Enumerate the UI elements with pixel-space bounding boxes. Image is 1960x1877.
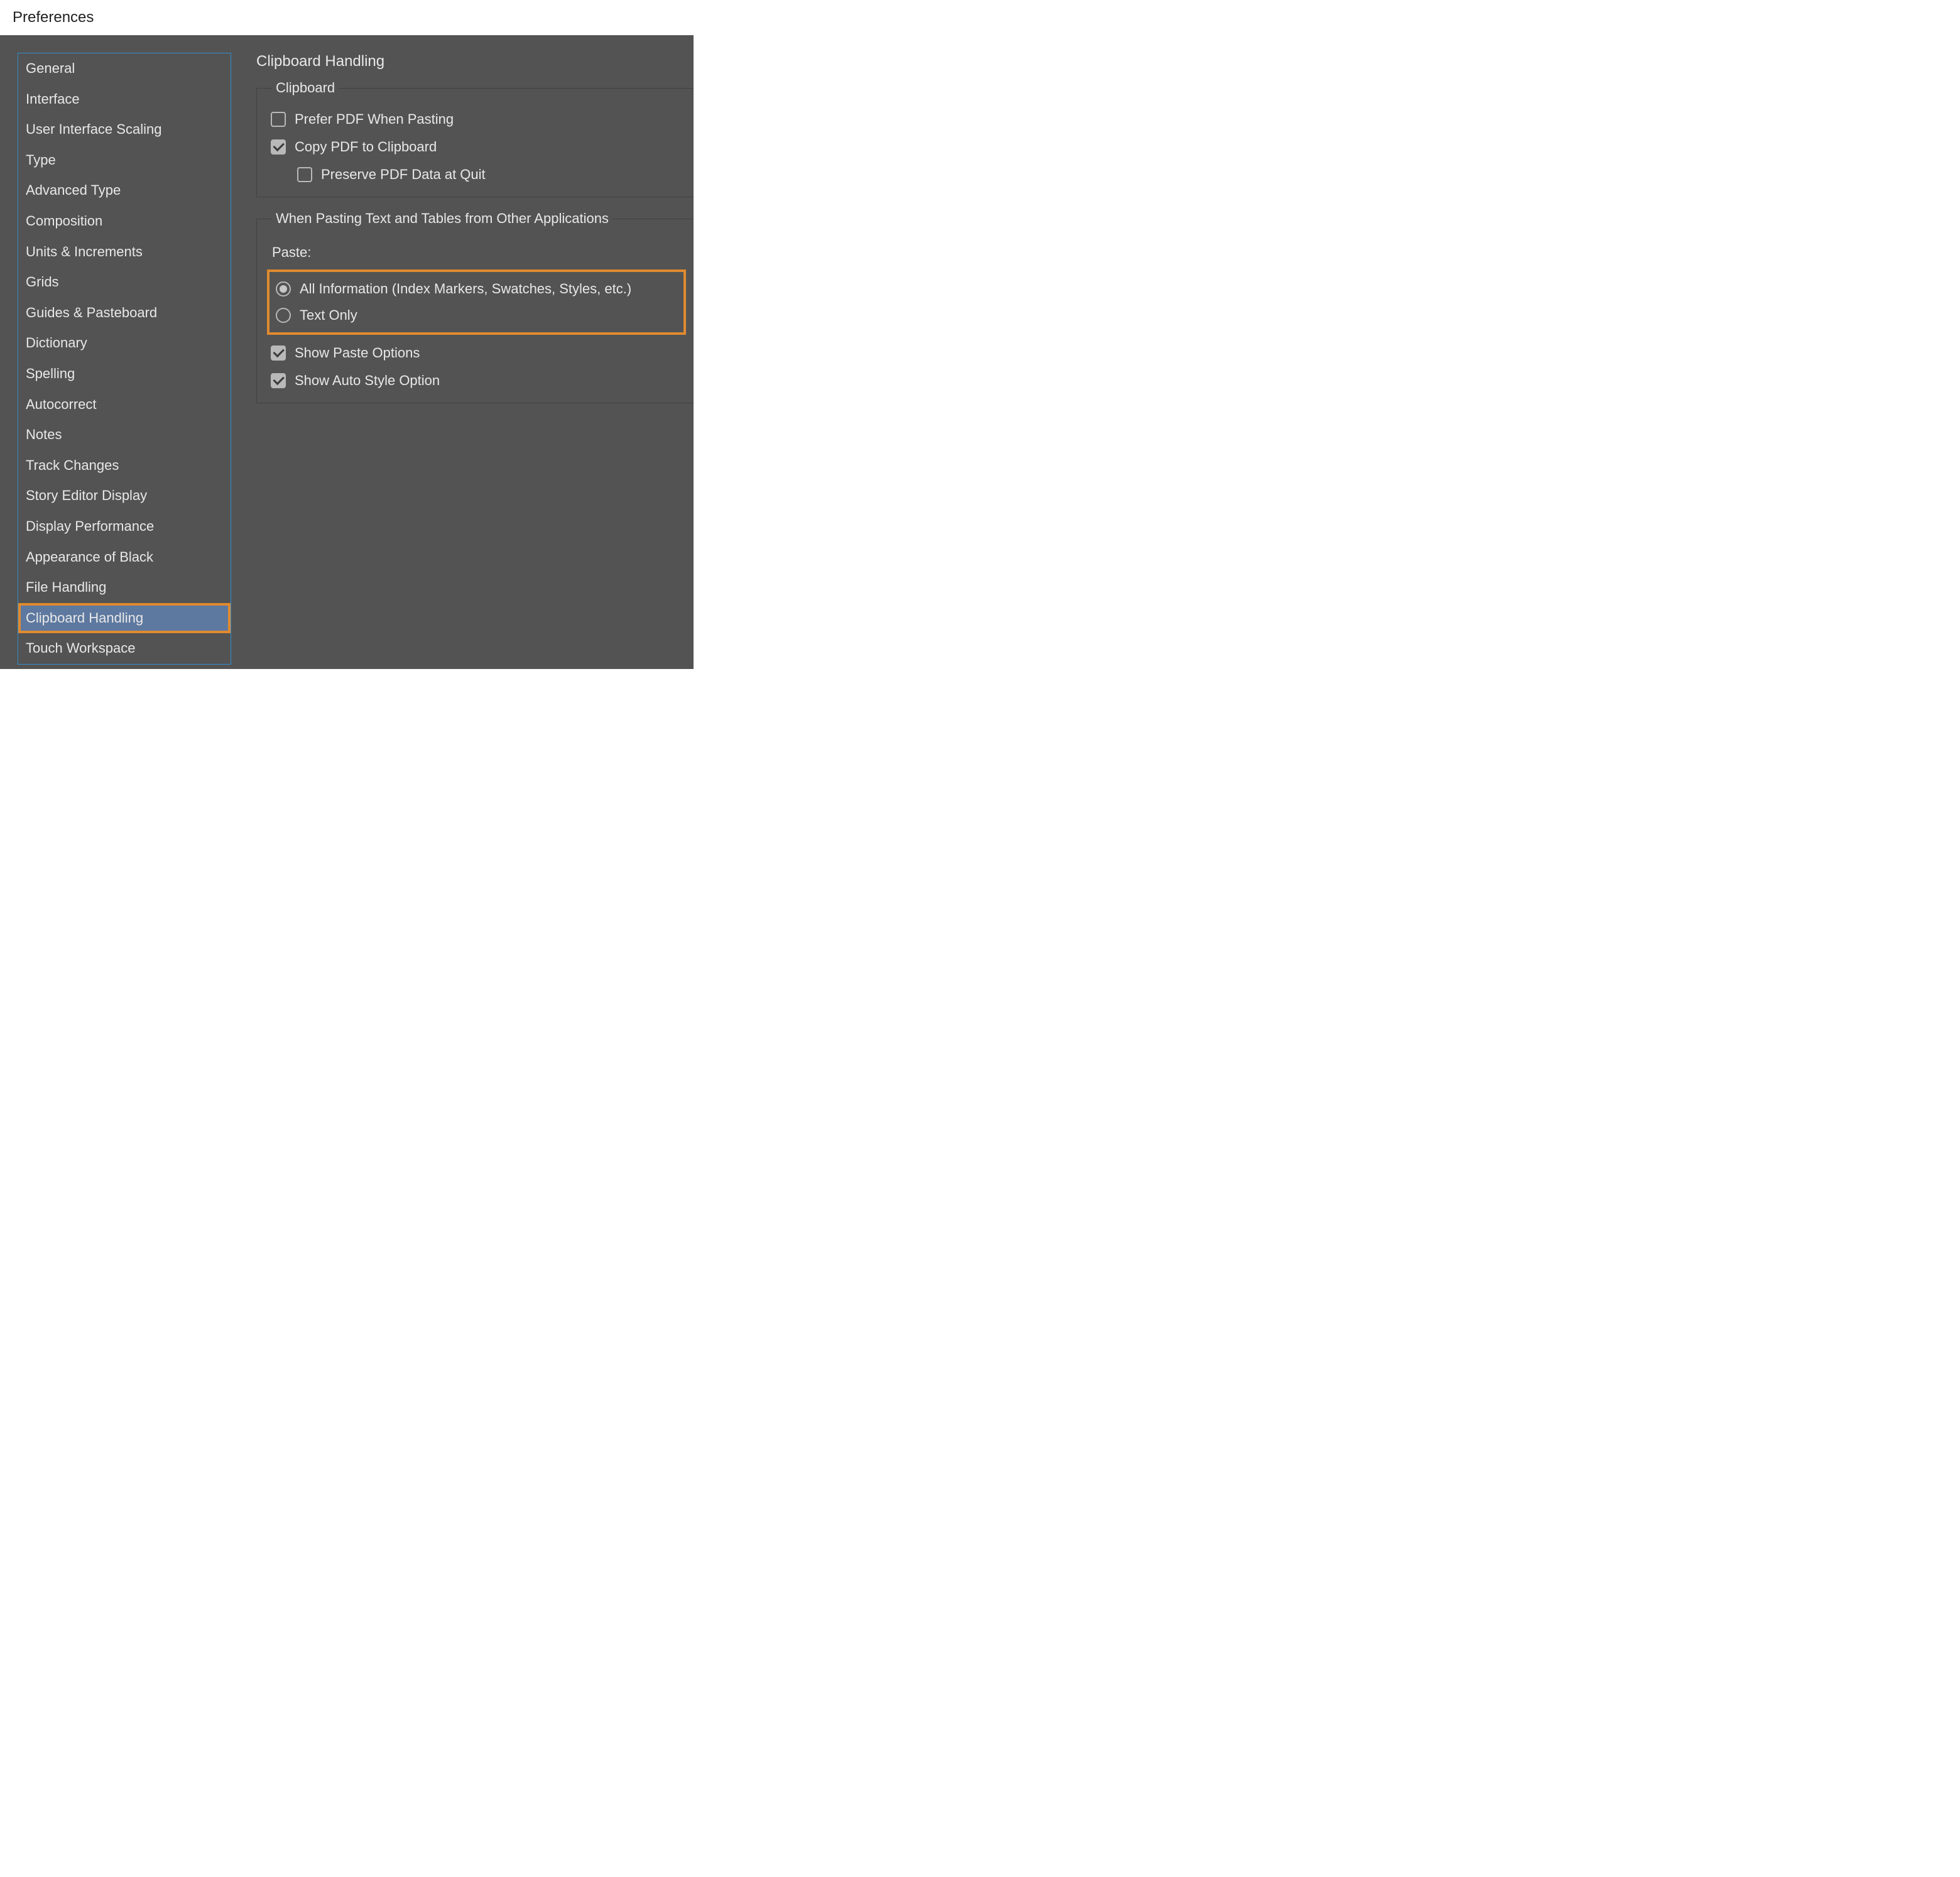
group-legend: Clipboard: [272, 80, 339, 96]
option-show-paste-options[interactable]: Show Paste Options: [271, 345, 682, 361]
sidebar-item-label: Interface: [26, 91, 80, 107]
option-show-auto-style[interactable]: Show Auto Style Option: [271, 373, 682, 389]
sidebar-item-label: Display Performance: [26, 518, 154, 534]
panel-title: Clipboard Handling: [256, 53, 694, 70]
checkbox-icon: [297, 167, 312, 182]
checkbox-label: Preserve PDF Data at Quit: [321, 166, 486, 183]
sidebar-item-label: Dictionary: [26, 335, 87, 351]
sidebar-item-label: Grids: [26, 274, 59, 290]
clipboard-group: Clipboard Prefer PDF When Pasting Copy P…: [256, 88, 694, 197]
sidebar-item-label: Touch Workspace: [26, 640, 135, 656]
category-sidebar: General Interface User Interface Scaling…: [18, 53, 231, 665]
sidebar-item-autocorrect[interactable]: Autocorrect: [18, 389, 231, 420]
content-area: General Interface User Interface Scaling…: [0, 35, 694, 669]
radio-icon: [276, 281, 291, 297]
sidebar-item-label: Appearance of Black: [26, 549, 153, 565]
preferences-window: Preferences General Interface User Inter…: [0, 0, 694, 669]
checkbox-label: Copy PDF to Clipboard: [295, 139, 437, 155]
sidebar-item-appearance-of-black[interactable]: Appearance of Black: [18, 542, 231, 573]
sidebar-item-label: Advanced Type: [26, 182, 121, 198]
checkbox-label: Show Paste Options: [295, 345, 420, 361]
checkbox-label: Show Auto Style Option: [295, 373, 440, 389]
window-title: Preferences: [0, 0, 694, 35]
sidebar-item-label: User Interface Scaling: [26, 121, 161, 137]
sidebar-item-clipboard-handling[interactable]: Clipboard Handling: [18, 603, 231, 634]
sidebar-item-grids[interactable]: Grids: [18, 267, 231, 298]
paste-radio-highlight: All Information (Index Markers, Swatches…: [267, 269, 686, 335]
sidebar-item-guides-pasteboard[interactable]: Guides & Pasteboard: [18, 298, 231, 329]
radio-label: All Information (Index Markers, Swatches…: [300, 281, 631, 297]
paste-label: Paste:: [272, 244, 682, 261]
sidebar-item-label: Composition: [26, 213, 102, 229]
sidebar-item-composition[interactable]: Composition: [18, 206, 231, 237]
checkbox-icon: [271, 139, 286, 155]
sidebar-item-label: Spelling: [26, 366, 75, 381]
option-copy-pdf[interactable]: Copy PDF to Clipboard: [271, 139, 682, 155]
sidebar-item-label: Units & Increments: [26, 244, 143, 259]
checkbox-label: Prefer PDF When Pasting: [295, 111, 454, 128]
sidebar-item-label: Clipboard Handling: [26, 610, 143, 626]
sidebar-item-track-changes[interactable]: Track Changes: [18, 450, 231, 481]
sidebar-item-touch-workspace[interactable]: Touch Workspace: [18, 633, 231, 664]
sidebar-item-interface[interactable]: Interface: [18, 84, 231, 115]
checkbox-icon: [271, 112, 286, 127]
sidebar-item-type[interactable]: Type: [18, 145, 231, 176]
sidebar-item-label: File Handling: [26, 579, 106, 595]
sidebar-item-label: Notes: [26, 427, 62, 442]
sidebar-item-notes[interactable]: Notes: [18, 420, 231, 450]
sidebar-item-label: Story Editor Display: [26, 487, 147, 503]
radio-all-information[interactable]: All Information (Index Markers, Swatches…: [276, 281, 677, 297]
option-prefer-pdf[interactable]: Prefer PDF When Pasting: [271, 111, 682, 128]
checkbox-icon: [271, 373, 286, 388]
paste-group: When Pasting Text and Tables from Other …: [256, 219, 694, 403]
sidebar-item-label: General: [26, 60, 75, 76]
sidebar-item-spelling[interactable]: Spelling: [18, 359, 231, 389]
sidebar-item-story-editor-display[interactable]: Story Editor Display: [18, 481, 231, 511]
checkbox-icon: [271, 345, 286, 361]
sidebar-item-label: Track Changes: [26, 457, 119, 473]
sidebar-item-label: Guides & Pasteboard: [26, 305, 157, 320]
radio-icon: [276, 308, 291, 323]
sidebar-item-advanced-type[interactable]: Advanced Type: [18, 175, 231, 206]
sidebar-item-label: Type: [26, 152, 56, 168]
sidebar-item-general[interactable]: General: [18, 53, 231, 84]
sidebar-item-file-handling[interactable]: File Handling: [18, 572, 231, 603]
sidebar-item-units-increments[interactable]: Units & Increments: [18, 237, 231, 268]
radio-label: Text Only: [300, 307, 357, 324]
radio-text-only[interactable]: Text Only: [276, 307, 677, 324]
sidebar-item-display-performance[interactable]: Display Performance: [18, 511, 231, 542]
settings-panel: Clipboard Handling Clipboard Prefer PDF …: [256, 53, 694, 669]
option-preserve-pdf[interactable]: Preserve PDF Data at Quit: [271, 166, 682, 183]
group-legend: When Pasting Text and Tables from Other …: [272, 210, 612, 227]
sidebar-item-label: Autocorrect: [26, 396, 97, 412]
sidebar-item-ui-scaling[interactable]: User Interface Scaling: [18, 114, 231, 145]
sidebar-item-dictionary[interactable]: Dictionary: [18, 328, 231, 359]
